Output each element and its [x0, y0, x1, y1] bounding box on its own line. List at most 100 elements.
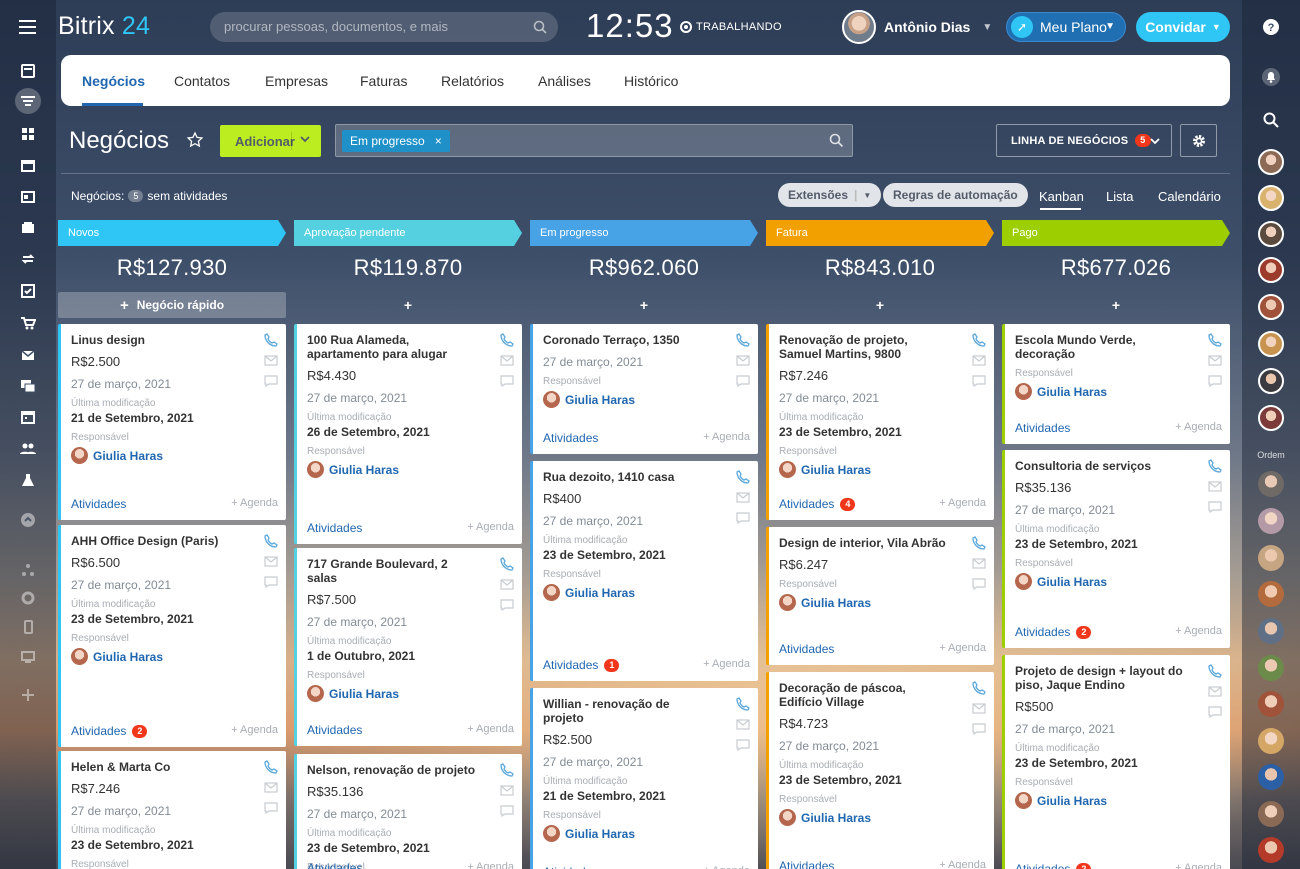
deal-title[interactable]: 100 Rua Alameda, apartamento para alugar [307, 333, 477, 361]
responsible-person[interactable]: Giulia Haras [307, 461, 512, 478]
phone-icon[interactable] [736, 333, 750, 347]
avatar[interactable] [1258, 655, 1284, 681]
responsible-person[interactable]: Giulia Haras [779, 809, 984, 826]
search-icon[interactable] [829, 133, 844, 148]
extensions-button[interactable]: Extensões | ▼ [778, 183, 882, 207]
avatar[interactable] [1258, 691, 1284, 717]
agenda-link[interactable]: + Agenda [939, 859, 986, 869]
mail-icon[interactable] [18, 345, 38, 365]
deal-card[interactable]: Decoração de páscoa, Edifício Village R$4… [766, 672, 994, 869]
avatar[interactable] [1258, 185, 1284, 211]
help-icon[interactable]: ? [1262, 18, 1280, 36]
checkbox-icon[interactable] [18, 281, 38, 301]
deal-card[interactable]: Linus design R$2.500 27 de março, 2021 Últi… [58, 324, 286, 520]
settings-icon[interactable] [18, 588, 38, 608]
activities-link[interactable]: Atividades 1 [543, 658, 620, 672]
star-icon[interactable] [186, 131, 204, 149]
phone-icon[interactable] [972, 333, 986, 347]
activities-link[interactable]: Atividades [307, 861, 362, 869]
filter-chip[interactable]: Em progresso × [342, 130, 450, 152]
invite-button[interactable]: Convidar ▼ [1136, 12, 1230, 42]
mail-icon[interactable] [264, 355, 278, 367]
agenda-link[interactable]: + Agenda [467, 521, 514, 535]
column-header[interactable]: Novos [58, 220, 286, 246]
avatar[interactable] [1258, 221, 1284, 247]
mail-icon[interactable] [500, 785, 514, 797]
agenda-link[interactable]: + Agenda [231, 724, 278, 738]
responsible-person[interactable]: Giulia Haras [1015, 792, 1220, 809]
responsible-person[interactable]: Giulia Haras [543, 584, 748, 601]
phone-icon[interactable] [1208, 333, 1222, 347]
avatar[interactable] [1258, 801, 1284, 827]
deal-card[interactable]: 717 Grande Boulevard, 2 salas R$7.500 27 d… [294, 548, 522, 746]
add-deal-button[interactable]: + [530, 292, 758, 318]
sync-icon[interactable] [18, 249, 38, 269]
deal-card[interactable]: Coronado Terraço, 1350 27 de março, 2021 R… [530, 324, 758, 454]
chat-icon[interactable] [264, 375, 278, 387]
deal-title[interactable]: Design de interior, Vila Abrão [779, 536, 949, 550]
tab-faturas[interactable]: Faturas [360, 73, 407, 89]
activities-link[interactable]: Atividades [307, 521, 362, 535]
avatar[interactable] [1258, 508, 1284, 534]
chat-icon[interactable] [264, 802, 278, 814]
activities-link[interactable]: Atividades [543, 431, 598, 445]
deal-title[interactable]: Decoração de páscoa, Edifício Village [779, 681, 949, 709]
chat-icon[interactable] [264, 576, 278, 588]
calendar-icon[interactable] [18, 407, 38, 427]
chat-icon[interactable] [736, 512, 750, 524]
deal-title[interactable]: Coronado Terraço, 1350 [543, 333, 713, 347]
sitemap-icon[interactable] [18, 560, 38, 580]
deal-card[interactable]: Consultoria de serviços R$35.136 27 de mar… [1002, 450, 1230, 648]
phone-icon[interactable] [500, 333, 514, 347]
avatar[interactable] [1258, 764, 1284, 790]
responsible-person[interactable]: Giulia Haras [543, 391, 748, 408]
responsible-person[interactable]: Giulia Haras [307, 685, 512, 702]
phone-icon[interactable] [972, 681, 986, 695]
deal-card[interactable]: Renovação de projeto, Samuel Martins, 98… [766, 324, 994, 520]
agenda-link[interactable]: + Agenda [1175, 862, 1222, 869]
mail-icon[interactable] [264, 556, 278, 568]
settings-button[interactable] [1180, 124, 1217, 157]
responsible-person[interactable]: Giulia Haras [779, 594, 984, 611]
window-icon[interactable] [18, 156, 38, 176]
phone-icon[interactable] [972, 536, 986, 550]
avatar[interactable] [1258, 581, 1284, 607]
pipeline-selector[interactable]: LINHA DE NEGÓCIOS 5 [996, 124, 1172, 157]
phone-icon[interactable] [1208, 664, 1222, 678]
monitor-icon[interactable] [18, 647, 38, 667]
activities-link[interactable]: Atividades [779, 642, 834, 656]
deal-card[interactable]: Escola Mundo Verde, decoração Responsável… [1002, 324, 1230, 444]
add-button[interactable]: Adicionar [220, 125, 321, 157]
avatar[interactable] [1258, 149, 1284, 175]
responsible-person[interactable]: Giulia Haras [71, 648, 276, 665]
tab-relatorios[interactable]: Relatórios [441, 73, 504, 89]
phone-icon[interactable] [736, 697, 750, 711]
add-deal-button[interactable]: + [766, 292, 994, 318]
search-icon[interactable] [1262, 111, 1280, 129]
tab-historico[interactable]: Histórico [624, 73, 678, 89]
deal-card[interactable]: Nelson, renovação de projeto R$35.136 27 d… [294, 754, 522, 869]
deal-title[interactable]: Helen & Marta Co [71, 760, 241, 774]
chat-icon[interactable] [736, 739, 750, 751]
chat-icon[interactable] [1208, 706, 1222, 718]
agenda-link[interactable]: + Agenda [703, 658, 750, 672]
view-kanban[interactable]: Kanban [1039, 189, 1084, 204]
mail-icon[interactable] [264, 782, 278, 794]
mail-icon[interactable] [736, 492, 750, 504]
inbox-icon[interactable] [18, 218, 38, 238]
avatar[interactable] [1258, 471, 1284, 497]
chat-icon[interactable] [1208, 375, 1222, 387]
add-deal-button[interactable]: + [1002, 292, 1230, 318]
responsible-person[interactable]: Giulia Haras [543, 825, 748, 842]
activities-link[interactable]: Atividades 2 [1015, 625, 1092, 639]
phone-icon[interactable] [264, 333, 278, 347]
close-icon[interactable]: × [435, 134, 442, 148]
agenda-link[interactable]: + Agenda [1175, 421, 1222, 435]
mail-icon[interactable] [972, 703, 986, 715]
agenda-link[interactable]: + Agenda [467, 723, 514, 737]
deal-card[interactable]: Rua dezoito, 1410 casa R$400 27 de março, … [530, 461, 758, 681]
group-icon[interactable] [18, 439, 38, 459]
responsible-person[interactable]: Giulia Haras [1015, 573, 1220, 590]
dashboard-icon[interactable] [18, 124, 38, 144]
mail-icon[interactable] [972, 558, 986, 570]
